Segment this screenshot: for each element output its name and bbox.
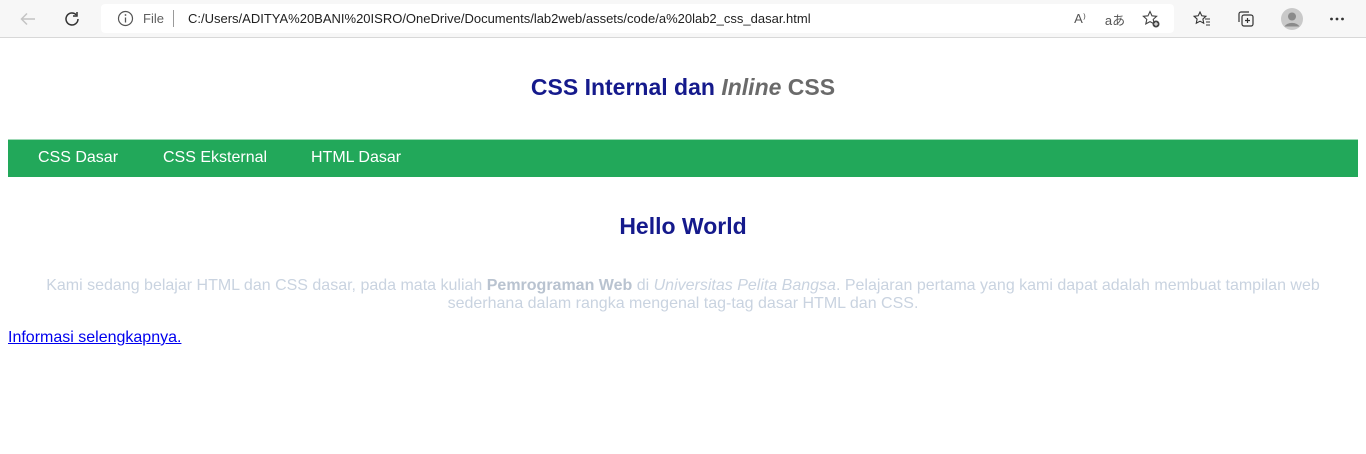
navbar: CSS Dasar CSS Eksternal HTML Dasar	[8, 139, 1358, 177]
page-title: CSS Internal dan Inline CSS	[0, 74, 1366, 101]
paragraph-bold: Pemrograman Web	[486, 277, 633, 294]
paragraph-part2: di	[632, 277, 654, 294]
hello-heading: Hello World	[619, 213, 747, 239]
add-favorite-icon[interactable]	[1140, 8, 1162, 30]
more-info-link[interactable]: Informasi selengkapnya.	[8, 329, 181, 347]
paragraph-part1: Kami sedang belajar HTML dan CSS dasar, …	[46, 277, 487, 294]
collections-icon[interactable]	[1233, 6, 1259, 32]
favorites-icon[interactable]	[1189, 6, 1215, 32]
page-title-inline-rest: CSS	[781, 74, 836, 100]
nav-item-html-dasar[interactable]: HTML Dasar	[311, 149, 401, 167]
info-icon[interactable]	[117, 10, 134, 27]
url-text[interactable]: C:/Users/ADITYA%20BANI%20ISRO/OneDrive/D…	[188, 11, 811, 26]
read-aloud-icon[interactable]: A⁾	[1069, 8, 1091, 30]
page-title-main: CSS Internal dan	[530, 74, 722, 100]
refresh-icon[interactable]	[59, 6, 85, 32]
scheme-label: File	[143, 11, 164, 26]
address-divider	[173, 10, 174, 27]
profile-avatar-icon[interactable]	[1279, 6, 1305, 32]
translate-icon[interactable]: aあ	[1104, 8, 1126, 30]
paragraph-italic: Universitas Pelita Bangsa	[653, 277, 836, 294]
back-icon[interactable]	[15, 6, 41, 32]
more-menu-icon[interactable]	[1324, 6, 1350, 32]
nav-item-css-dasar[interactable]: CSS Dasar	[38, 149, 118, 167]
page-title-inline: Inline CSS	[721, 74, 835, 100]
page-title-inline-em: Inline	[721, 74, 782, 100]
browser-toolbar: File C:/Users/ADITYA%20BANI%20ISRO/OneDr…	[0, 0, 1366, 38]
intro-paragraph: Kami sedang belajar HTML dan CSS dasar, …	[8, 277, 1358, 313]
nav-item-css-eksternal[interactable]: CSS Eksternal	[163, 149, 267, 167]
address-bar[interactable]: File C:/Users/ADITYA%20BANI%20ISRO/OneDr…	[101, 4, 1174, 33]
read-aloud-label: A⁾	[1074, 11, 1086, 26]
translate-label: aあ	[1104, 12, 1126, 28]
